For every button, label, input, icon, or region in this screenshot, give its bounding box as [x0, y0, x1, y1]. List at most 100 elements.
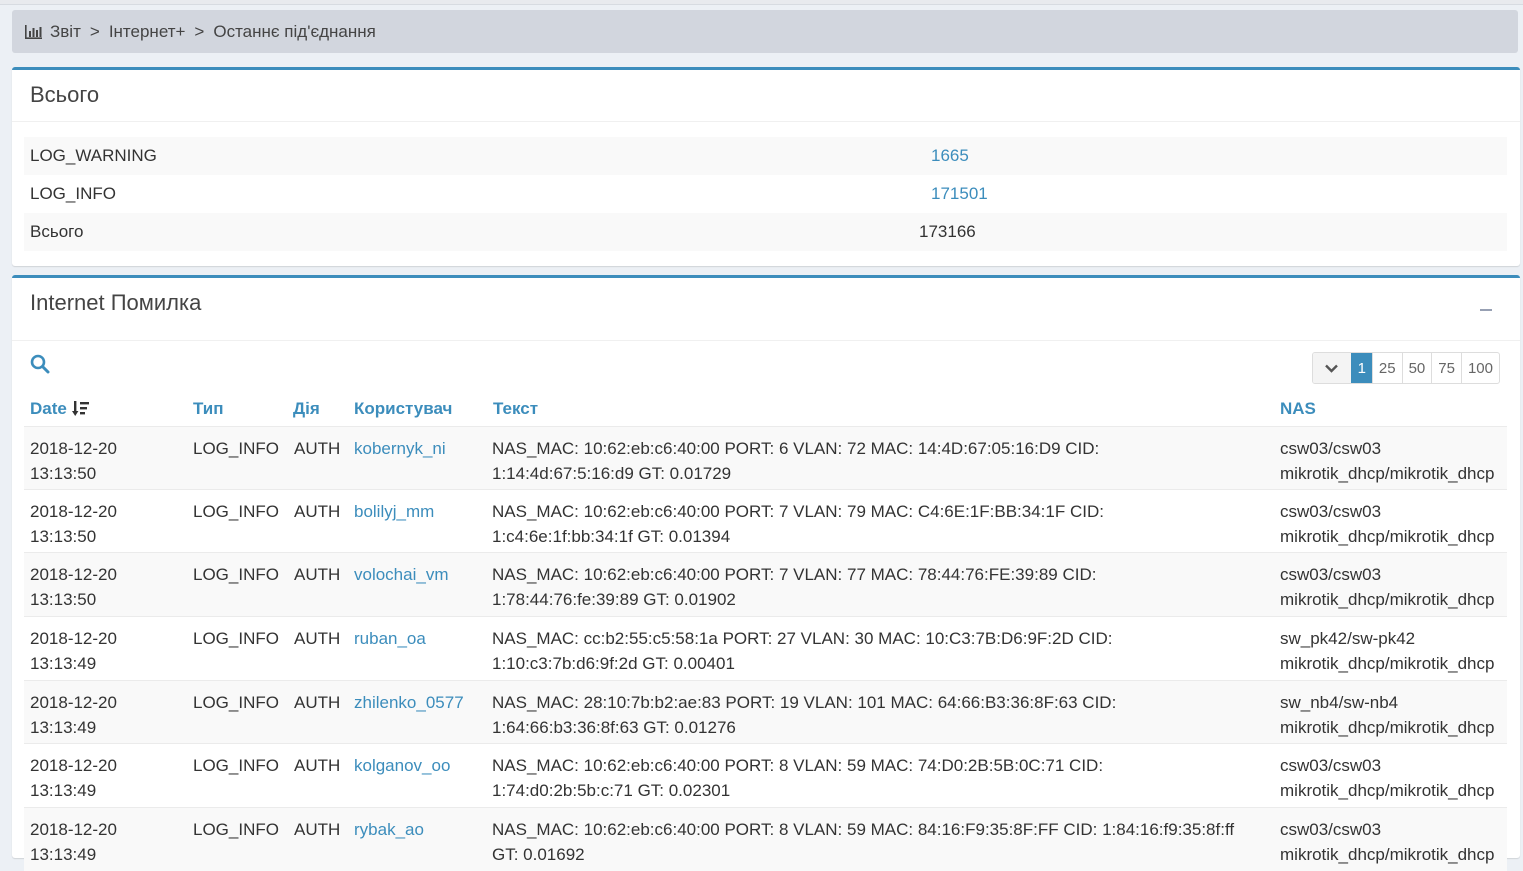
- user-link[interactable]: rybak_ao: [354, 817, 424, 842]
- text-line: GT: 0.01692: [492, 845, 585, 864]
- text-line: NAS_MAC: 10:62:eb:c6:40:00 PORT: 8 VLAN:…: [492, 820, 1235, 839]
- nas-line: csw03/csw03: [1280, 820, 1382, 839]
- cell-date: 2018-12-20 13:13:49: [30, 817, 117, 867]
- chevron-down-icon[interactable]: [1312, 353, 1351, 383]
- breadcrumb-item-report[interactable]: Звіт: [50, 22, 81, 42]
- user-link[interactable]: volochai_vm: [354, 562, 449, 587]
- column-header-action[interactable]: Дія: [293, 399, 320, 419]
- cell-type: LOG_INFO: [193, 820, 279, 839]
- nas-line: mikrotik_dhcp/mikrotik_dhcp: [1280, 590, 1495, 609]
- cell-type: LOG_INFO: [193, 629, 279, 648]
- user-link[interactable]: bolilyj_mm: [354, 499, 434, 524]
- breadcrumb: Звіт > Інтернет+ > Останнє під'єднання: [12, 10, 1518, 53]
- divider: [12, 340, 1520, 341]
- cell-text: NAS_MAC: 10:62:eb:c6:40:00 PORT: 7 VLAN:…: [492, 562, 1272, 612]
- user-link[interactable]: ruban_oa: [354, 626, 426, 651]
- cell-nas: csw03/csw03 mikrotik_dhcp/mikrotik_dhcp: [1280, 562, 1494, 612]
- time-value: 13:13:49: [30, 718, 97, 737]
- text-line: NAS_MAC: 28:10:7b:b2:ae:83 PORT: 19 VLAN…: [492, 693, 1117, 712]
- cell-text: NAS_MAC: cc:b2:55:c5:58:1a PORT: 27 VLAN…: [492, 626, 1272, 676]
- cell-type: LOG_INFO: [193, 502, 279, 521]
- collapse-icon[interactable]: [1480, 309, 1492, 311]
- date-value: 2018-12-20: [30, 629, 117, 648]
- cell-nas: sw_pk42/sw-pk42 mikrotik_dhcp/mikrotik_dh…: [1280, 626, 1494, 676]
- text-line: NAS_MAC: 10:62:eb:c6:40:00 PORT: 7 VLAN:…: [492, 565, 1097, 584]
- table-row: 2018-12-20 13:13:49 LOG_INFO AUTH zhilenko_0…: [24, 680, 1507, 744]
- time-value: 13:13:49: [30, 654, 97, 673]
- page-size-option[interactable]: 50: [1401, 353, 1432, 383]
- errors-panel: Internet Помилка 1 25 50 75 100 Date Тип…: [12, 275, 1520, 871]
- divider: [12, 121, 1520, 122]
- summary-row: LOG_INFO 171501: [24, 175, 1507, 213]
- summary-value-link[interactable]: 1665: [931, 146, 969, 166]
- cell-action: AUTH: [294, 820, 341, 839]
- time-value: 13:13:49: [30, 845, 97, 864]
- cell-action: AUTH: [294, 565, 341, 584]
- column-header-text[interactable]: Текст: [493, 399, 538, 419]
- column-label: Date: [30, 399, 67, 418]
- cell-nas: csw03/csw03 mikrotik_dhcp/mikrotik_dhcp: [1280, 753, 1494, 803]
- breadcrumb-separator: >: [194, 21, 205, 41]
- nas-line: mikrotik_dhcp/mikrotik_dhcp: [1280, 718, 1495, 737]
- time-value: 13:13:50: [30, 464, 97, 483]
- table-row: 2018-12-20 13:13:50 LOG_INFO AUTH bolilyj_mm…: [24, 489, 1507, 553]
- cell-date: 2018-12-20 13:13:50: [30, 436, 117, 486]
- summary-panel: Всього LOG_WARNING 1665 LOG_INFO 171501 …: [12, 67, 1520, 266]
- page-size-option[interactable]: 1: [1350, 353, 1372, 383]
- date-value: 2018-12-20: [30, 565, 117, 584]
- summary-value-link[interactable]: 171501: [931, 184, 988, 204]
- search-icon[interactable]: [30, 354, 50, 374]
- column-header-date[interactable]: Date: [30, 399, 92, 419]
- summary-row: LOG_WARNING 1665: [24, 137, 1507, 175]
- cell-date: 2018-12-20 13:13:49: [30, 753, 117, 803]
- page-size-option[interactable]: 25: [1371, 353, 1402, 383]
- nas-line: sw_nb4/sw-nb4: [1280, 693, 1399, 712]
- date-value: 2018-12-20: [30, 439, 117, 458]
- errors-title: Internet Помилка: [30, 290, 202, 315]
- text-line: 1:14:4d:67:5:16:d9 GT: 0.01729: [492, 464, 732, 483]
- cell-date: 2018-12-20 13:13:50: [30, 499, 117, 549]
- table-row: 2018-12-20 13:13:49 LOG_INFO AUTH kolganov_o…: [24, 743, 1507, 807]
- table-row: 2018-12-20 13:13:50 LOG_INFO AUTH volochai_v…: [24, 552, 1507, 616]
- cell-text: NAS_MAC: 28:10:7b:b2:ae:83 PORT: 19 VLAN…: [492, 690, 1272, 740]
- text-line: 1:c4:6e:1f:bb:34:1f GT: 0.01394: [492, 527, 731, 546]
- cell-action: AUTH: [294, 439, 341, 458]
- user-link[interactable]: kolganov_oo: [354, 753, 450, 778]
- breadcrumb-item-internet[interactable]: Інтернет+: [109, 22, 186, 42]
- summary-row: Всього 173166: [24, 213, 1507, 251]
- nas-line: mikrotik_dhcp/mikrotik_dhcp: [1280, 654, 1495, 673]
- text-line: 1:74:d0:2b:5b:c:71 GT: 0.02301: [492, 781, 731, 800]
- user-link[interactable]: kobernyk_ni: [354, 436, 446, 461]
- cell-text: NAS_MAC: 10:62:eb:c6:40:00 PORT: 8 VLAN:…: [492, 753, 1272, 803]
- cell-text: NAS_MAC: 10:62:eb:c6:40:00 PORT: 6 VLAN:…: [492, 436, 1272, 486]
- summary-label: LOG_INFO: [30, 184, 116, 203]
- table-row: 2018-12-20 13:13:50 LOG_INFO AUTH kobernyk_n…: [24, 426, 1507, 490]
- cell-action: AUTH: [294, 756, 341, 775]
- time-value: 13:13:50: [30, 590, 97, 609]
- text-line: NAS_MAC: 10:62:eb:c6:40:00 PORT: 7 VLAN:…: [492, 502, 1104, 521]
- user-link[interactable]: zhilenko_0577: [354, 690, 464, 715]
- nas-line: mikrotik_dhcp/mikrotik_dhcp: [1280, 781, 1495, 800]
- nas-line: mikrotik_dhcp/mikrotik_dhcp: [1280, 527, 1495, 546]
- summary-title: Всього: [30, 82, 100, 107]
- page-size-selector: 1 25 50 75 100: [1311, 352, 1500, 384]
- column-header-user[interactable]: Користувач: [354, 399, 452, 419]
- text-line: NAS_MAC: 10:62:eb:c6:40:00 PORT: 6 VLAN:…: [492, 439, 1100, 458]
- cell-type: LOG_INFO: [193, 439, 279, 458]
- cell-date: 2018-12-20 13:13:49: [30, 626, 117, 676]
- cell-type: LOG_INFO: [193, 693, 279, 712]
- nas-line: csw03/csw03: [1280, 502, 1382, 521]
- text-line: 1:64:66:b3:36:8f:63 GT: 0.01276: [492, 718, 736, 737]
- cell-text: NAS_MAC: 10:62:eb:c6:40:00 PORT: 8 VLAN:…: [492, 817, 1272, 867]
- summary-total-value: 173166: [919, 222, 976, 241]
- nas-line: csw03/csw03: [1280, 439, 1382, 458]
- page-size-option[interactable]: 75: [1431, 353, 1461, 383]
- time-value: 13:13:50: [30, 527, 97, 546]
- nas-line: sw_pk42/sw-pk42: [1280, 629, 1416, 648]
- column-header-type[interactable]: Тип: [193, 399, 223, 419]
- text-line: 1:10:c3:7b:d6:9f:2d GT: 0.00401: [492, 654, 735, 673]
- column-header-nas[interactable]: NAS: [1280, 399, 1316, 419]
- breadcrumb-separator: >: [89, 21, 100, 41]
- bar-chart-icon: [25, 24, 42, 39]
- page-size-option[interactable]: 100: [1460, 353, 1499, 383]
